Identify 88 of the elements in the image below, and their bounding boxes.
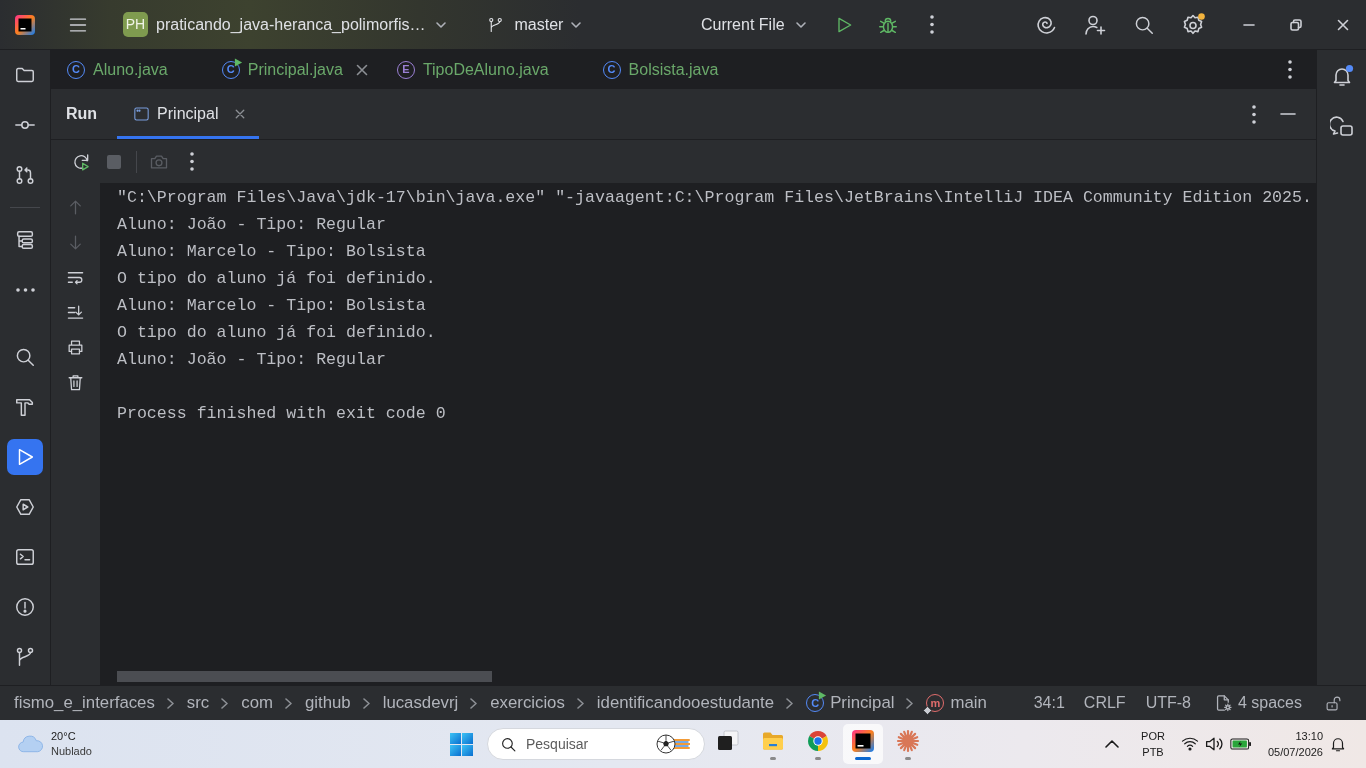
console-line: Process finished with exit code 0 [117, 403, 446, 425]
chevron-right-icon [221, 697, 229, 709]
battery-icon[interactable] [1229, 737, 1252, 751]
soccer-ball-icon [656, 733, 690, 755]
console-line: "C:\Program Files\Java\jdk-17\bin\java.exe" "-javaagent:C:\Program Files\JetBrains\IntelliJ IDEA Community Edition 2025. [117, 187, 1312, 209]
editor-tab[interactable]: C Aluno.java [51, 50, 206, 89]
more-icon[interactable] [189, 152, 194, 171]
more-icon[interactable] [1252, 104, 1256, 124]
branch-selector[interactable]: master [487, 12, 583, 37]
browser-icon [806, 728, 830, 753]
search-icon [500, 735, 517, 753]
chevron-right-icon [284, 697, 292, 709]
breadcrumb-item[interactable]: exercicios [490, 690, 565, 716]
weather-condition[interactable]: Nublado [51, 744, 92, 759]
hexagon-play-icon [14, 496, 36, 518]
console-line: O tipo do aluno já foi definido. [117, 322, 436, 344]
editor-tab[interactable]: C Bolsista.java [586, 50, 757, 89]
app-logo-icon[interactable] [15, 14, 35, 35]
close-icon[interactable] [235, 109, 246, 119]
structure-icon [14, 229, 36, 251]
breadcrumb-item[interactable]: com [241, 690, 273, 716]
wifi-icon[interactable] [1180, 736, 1199, 752]
panel-title: Run [65, 104, 98, 124]
line-separator[interactable]: CRLF [1083, 691, 1126, 715]
exclamation-circle-icon [14, 596, 36, 618]
project-selector[interactable]: PH praticando_java-heranca_polimorfis… [123, 12, 448, 37]
terminal-icon [14, 546, 36, 568]
cursor-position[interactable]: 34:1 [1033, 691, 1065, 715]
editor-tab[interactable]: E TipoDeAluno.java [380, 50, 587, 89]
input-language[interactable]: POR [1141, 728, 1165, 744]
indent-setting[interactable]: 4 spaces [1213, 691, 1302, 715]
scroll-to-end-icon[interactable] [66, 303, 85, 322]
clock-time[interactable]: 13:10 [1295, 728, 1323, 744]
chevron-right-icon [362, 697, 370, 709]
chevron-right-icon [470, 697, 478, 709]
weather-temperature[interactable]: 20°C [51, 729, 92, 744]
play-overlay-icon [818, 691, 828, 700]
chevron-right-icon [576, 697, 584, 709]
console-window-icon [133, 106, 151, 122]
more-icon[interactable] [1288, 60, 1292, 79]
breadcrumb-item[interactable]: C Principal [806, 690, 895, 716]
chevron-right-icon [786, 697, 794, 709]
breadcrumb-item[interactable]: identificandooestudante [596, 690, 775, 716]
editor-tab[interactable]: C Principal.java [205, 50, 381, 89]
close-icon[interactable] [1336, 18, 1349, 31]
taskbar-search-bar[interactable]: Pesquisar [487, 728, 705, 760]
asterisk-icon [896, 728, 920, 753]
more-icon[interactable] [930, 15, 934, 34]
volume-icon[interactable] [1204, 736, 1223, 752]
diamond-overlay-icon [923, 706, 933, 715]
breadcrumb-item[interactable]: lucasdevrj [382, 690, 459, 716]
breadcrumb-item[interactable]: m main [926, 690, 987, 716]
console-line: O tipo do aluno já foi definido. [117, 268, 436, 290]
run-configuration-selector[interactable]: Current File [689, 0, 822, 49]
breadcrumb-item[interactable]: fismo_e_interfaces [14, 690, 155, 716]
breadcrumb-item[interactable]: src [186, 690, 210, 716]
play-overlay-icon [233, 57, 243, 67]
clock-date[interactable]: 05/07/2026 [1267, 744, 1323, 760]
horizontal-scrollbar[interactable] [117, 671, 492, 682]
pull-requests-icon [14, 164, 36, 186]
search-input[interactable]: Pesquisar [526, 733, 636, 755]
close-icon[interactable] [355, 63, 368, 76]
chevron-right-icon [906, 697, 914, 709]
tool-window-button[interactable] [7, 439, 43, 475]
breadcrumb-item[interactable]: github [304, 690, 351, 716]
restore-icon[interactable] [1289, 18, 1302, 31]
file-encoding[interactable]: UTF-8 [1145, 691, 1191, 715]
git-branch-icon [14, 646, 36, 668]
start-menu-icon[interactable] [450, 732, 473, 756]
search-icon [14, 346, 36, 368]
chevron-right-icon [166, 697, 174, 709]
notification-bell-icon[interactable] [1329, 735, 1347, 753]
branch-icon [487, 15, 505, 34]
more-icon [15, 288, 35, 292]
print-icon[interactable] [66, 338, 85, 357]
trash-icon[interactable] [66, 373, 85, 392]
console-line: Aluno: João - Tipo: Regular [117, 349, 386, 371]
keyboard-layout[interactable]: PTB [1141, 744, 1165, 760]
chevron-up-icon[interactable] [1105, 740, 1120, 748]
ide-icon [851, 728, 875, 753]
console-line: Aluno: Marcelo - Tipo: Bolsista [117, 241, 426, 263]
task-view-icon [716, 728, 740, 753]
console-line: Aluno: João - Tipo: Regular [117, 214, 386, 236]
project-avatar: PH [123, 12, 148, 37]
console-line: Aluno: Marcelo - Tipo: Bolsista [117, 295, 426, 317]
lock-icon[interactable] [1325, 694, 1342, 712]
hammer-icon [14, 396, 36, 418]
taskbar-app-button[interactable] [843, 724, 883, 764]
